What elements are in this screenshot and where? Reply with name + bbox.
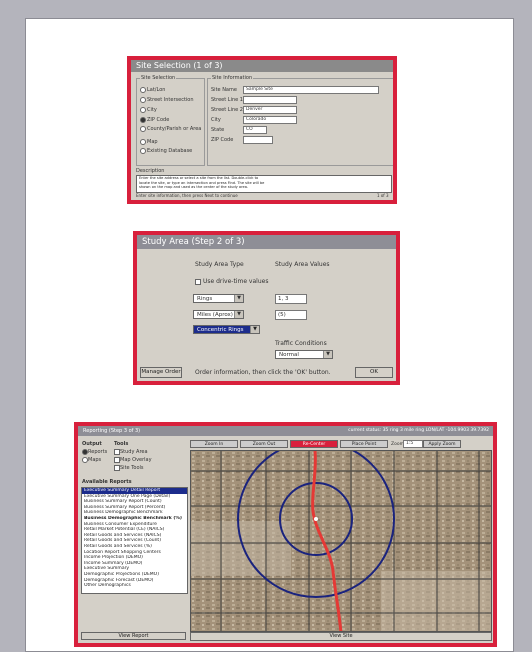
- field-label: Street Line 2: [211, 107, 243, 113]
- option-radio[interactable]: [140, 87, 146, 93]
- site-selection-group-label: Site Selection: [140, 75, 177, 81]
- option-radio[interactable]: [140, 117, 146, 123]
- site-selection-title: Site Selection (1 of 3): [131, 60, 393, 72]
- tool-option-label: Map Overlay: [120, 457, 152, 463]
- description-line: shown on the map and used as the center …: [139, 185, 249, 190]
- option-label: ZIP Code: [147, 117, 170, 123]
- drive-time-checkbox[interactable]: [195, 279, 201, 285]
- zoom-level-field[interactable]: 1:5: [403, 440, 423, 448]
- traffic-conditions-select[interactable]: Normal ▼: [275, 350, 333, 359]
- available-reports-label: Available Reports: [82, 479, 132, 485]
- site-information-group-label: Site Information: [211, 75, 254, 81]
- document-page: Site Selection (1 of 3) Site Selection L…: [25, 18, 514, 652]
- field-label: City: [211, 117, 221, 123]
- reporting-title: Reporting (Step 3 of 3): [83, 428, 141, 434]
- unit-value-field[interactable]: (5): [275, 310, 307, 320]
- step-indicator: 1 of 3: [377, 193, 389, 198]
- option-label: Map: [147, 139, 158, 145]
- city-field[interactable]: Colorado: [243, 116, 297, 124]
- traffic-conditions-label: Traffic Conditions: [275, 340, 327, 347]
- output-option-label: Reports: [88, 449, 108, 455]
- option-radio[interactable]: [140, 126, 146, 132]
- field-label: ZIP Code: [211, 137, 234, 143]
- option-label: Existing Database: [147, 148, 193, 154]
- map-view[interactable]: [190, 450, 492, 632]
- option-radio[interactable]: [140, 148, 146, 154]
- tool-option-label: Site Tools: [120, 465, 144, 471]
- study-area-method-value: Concentric Rings: [197, 327, 244, 333]
- ring-type-value: Rings: [197, 296, 213, 302]
- tools-label: Tools: [114, 441, 129, 447]
- field-label: Street Line 1: [211, 97, 243, 103]
- reports-list[interactable]: Executive Summary Detail Report Executiv…: [81, 487, 188, 594]
- instruction-text: Order information, then click the 'OK' b…: [195, 369, 331, 376]
- option-label: Lat/Lon: [147, 87, 166, 93]
- ring-type-select[interactable]: Rings ▼: [193, 294, 244, 303]
- chevron-down-icon: ▼: [323, 351, 332, 358]
- tool-option-label: Study Area: [120, 449, 148, 455]
- street-line-2-field[interactable]: Denver: [243, 106, 297, 114]
- view-site-button[interactable]: View Site: [190, 632, 492, 641]
- study-area-values-label: Study Area Values: [275, 261, 330, 268]
- option-label: City: [147, 107, 157, 113]
- zoom-out-button[interactable]: Zoom Out: [240, 440, 288, 448]
- state-field[interactable]: CO: [243, 126, 267, 134]
- chevron-down-icon: ▼: [234, 311, 243, 318]
- status-text: Enter site information, then press Next …: [136, 193, 238, 198]
- traffic-conditions-value: Normal: [279, 352, 299, 358]
- study-area-title: Study Area (Step 2 of 3): [137, 235, 396, 249]
- chevron-down-icon: ▼: [234, 295, 243, 302]
- reporting-title-bar: Reporting (Step 3 of 3) current status: …: [78, 426, 493, 436]
- reporting-status: current status: 35 ring 3 mile ring LON/…: [348, 428, 489, 433]
- study-area-type-label: Study Area Type: [195, 261, 244, 268]
- map-area-light: [191, 521, 291, 576]
- list-item[interactable]: Other Demographics: [82, 583, 187, 589]
- street-line-1-field[interactable]: [243, 96, 297, 104]
- manage-order-button[interactable]: Manage Order: [140, 367, 182, 378]
- option-label: County/Parish or Area: [147, 126, 202, 132]
- view-report-button[interactable]: View Report: [81, 632, 186, 640]
- description-label: Description: [136, 168, 165, 174]
- description-box[interactable]: Enter the site address or select a site …: [136, 175, 392, 193]
- option-radio[interactable]: [140, 107, 146, 113]
- ok-button[interactable]: OK: [355, 367, 393, 378]
- unit-select[interactable]: Miles (Aprox) ▼: [193, 310, 244, 319]
- site-name-field[interactable]: Sample Site: [243, 86, 379, 94]
- re-center-button[interactable]: Re-Center: [290, 440, 338, 448]
- option-label: Street Intersection: [147, 97, 194, 103]
- chevron-down-icon: ▼: [250, 326, 259, 333]
- option-radio[interactable]: [140, 139, 146, 145]
- zoom-in-button[interactable]: Zoom In: [190, 440, 238, 448]
- output-option-label: Maps: [88, 457, 102, 463]
- map-area-light: [381, 571, 491, 631]
- study-area-method-select[interactable]: Concentric Rings ▼: [193, 325, 260, 334]
- option-radio[interactable]: [140, 97, 146, 103]
- drive-time-checkbox-label: Use drive-time values: [203, 278, 269, 285]
- apply-zoom-button[interactable]: Apply Zoom: [423, 440, 461, 448]
- unit-value: Miles (Aprox): [197, 312, 233, 318]
- field-label: State: [211, 127, 225, 133]
- study-area-screenshot: Study Area (Step 2 of 3) Study Area Type…: [133, 231, 400, 385]
- site-point: [314, 517, 318, 521]
- zip-code-field[interactable]: [243, 136, 273, 144]
- ring-values-field[interactable]: 1, 3: [275, 294, 307, 304]
- aerial-map: [191, 451, 491, 631]
- field-label: Site Name: [211, 87, 237, 93]
- output-label: Output: [82, 441, 102, 447]
- site-selection-screenshot: Site Selection (1 of 3) Site Selection L…: [127, 56, 397, 204]
- list-item[interactable]: Business Demographic Benchmark (%): [82, 516, 187, 522]
- reporting-screenshot: Reporting (Step 3 of 3) current status: …: [74, 422, 497, 647]
- place-point-button[interactable]: Place Point: [340, 440, 388, 448]
